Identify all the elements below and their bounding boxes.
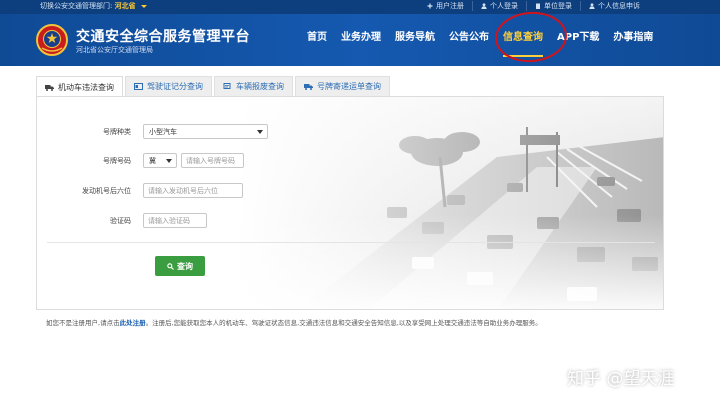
register-link-label: 用户注册: [436, 2, 464, 10]
tab-license-points-label: 驾驶证记分查询: [147, 82, 203, 91]
tab-license-points[interactable]: 驾驶证记分查询: [125, 76, 212, 96]
notice-text-after: 。注册后,您能获取您本人的机动车、驾驶证状态信息,交通违法信息和交通安全告知信息…: [145, 319, 542, 327]
tab-vehicle-violation-label: 机动车违法查询: [58, 82, 114, 92]
captcha-label: 验证码: [110, 216, 131, 225]
query-panel: 号牌种类 小型汽车 号牌号码 冀 请输入号牌号码 发动机号后六位 请输入发动机号…: [36, 96, 664, 310]
user-icon: [589, 3, 595, 9]
registration-notice: 如您不是注册用户,请点击此处注册。注册后,您能获取您本人的机动车、驾驶证状态信息…: [46, 317, 542, 327]
account-links: 用户注册 个人登录 单位登录 个人信息申诉: [419, 1, 648, 11]
plate-number-row: 号牌号码 冀 请输入号牌号码: [37, 153, 244, 168]
engine-number-input[interactable]: 请输入发动机号后六位: [143, 183, 243, 198]
plate-type-value: 小型汽车: [149, 127, 177, 136]
nav-service-guide[interactable]: 服务导航: [388, 14, 442, 66]
plate-prefix-select[interactable]: 冀: [143, 153, 177, 168]
unit-login-label: 单位登录: [544, 2, 572, 10]
engine-number-row: 发动机号后六位 请输入发动机号后六位: [37, 183, 243, 198]
chevron-down-icon: [166, 159, 172, 163]
personal-login-label: 个人登录: [490, 2, 518, 10]
department-switcher[interactable]: 切换公安交通管理部门: 河北省: [40, 1, 147, 11]
tab-plate-delivery-label: 号牌寄递运单查询: [317, 82, 381, 91]
tab-vehicle-scrap-label: 车辆报废查询: [236, 82, 284, 91]
query-button-label: 查询: [177, 261, 193, 271]
query-button[interactable]: 查询: [155, 256, 205, 276]
plate-type-label: 号牌种类: [103, 127, 131, 136]
plate-type-row: 号牌种类 小型汽车: [37, 124, 268, 139]
chevron-down-icon: [140, 4, 147, 8]
captcha-input[interactable]: 请输入验证码: [143, 213, 207, 228]
engine-number-label: 发动机号后六位: [82, 186, 131, 195]
register-link[interactable]: 用户注册: [419, 1, 472, 11]
tab-vehicle-scrap[interactable]: 车辆报废查询: [214, 76, 293, 96]
card-icon: [134, 83, 143, 90]
nav-home[interactable]: 首页: [300, 14, 334, 66]
top-utility-bar: 切换公安交通管理部门: 河北省 用户注册 个人登录 单位登录 个人信息申诉: [0, 0, 720, 14]
site-subtitle: 河北省公安厅交通管理局: [76, 46, 153, 54]
plate-prefix-value: 冀: [149, 156, 156, 165]
query-tabs: 机动车违法查询 驾驶证记分查询 车辆报废查询 号牌寄递运单查询: [36, 76, 392, 97]
building-icon: [536, 3, 540, 9]
search-icon: [167, 262, 174, 270]
plate-type-select[interactable]: 小型汽车: [143, 124, 268, 139]
truck-icon: [45, 84, 54, 91]
site-header: 交通安全综合服务管理平台 河北省公安厅交通管理局 首页 业务办理 服务导航 公告…: [0, 14, 720, 66]
nav-handling-guide[interactable]: 办事指南: [606, 14, 660, 66]
car-icon: [223, 83, 231, 89]
main-nav: 首页 业务办理 服务导航 公告公布 信息查询 APP下载 办事指南: [300, 14, 660, 66]
police-emblem-icon: [36, 24, 68, 56]
department-switch-label: 切换公安交通管理部门:: [40, 2, 113, 10]
plate-number-label: 号牌号码: [103, 156, 131, 165]
captcha-row: 验证码 请输入验证码: [37, 213, 207, 228]
form-divider: [47, 242, 655, 243]
tab-plate-delivery[interactable]: 号牌寄递运单查询: [295, 76, 390, 96]
delivery-icon: [304, 84, 313, 90]
personal-login-link[interactable]: 个人登录: [472, 1, 526, 11]
traffic-intersection-photo: [237, 97, 663, 309]
appeal-link-label: 个人信息申诉: [598, 2, 640, 10]
province-selector[interactable]: 河北省: [115, 2, 136, 10]
zhihu-watermark: 知乎 @望天涯: [567, 369, 675, 389]
captcha-placeholder: 请输入验证码: [148, 216, 190, 225]
engine-number-placeholder: 请输入发动机号后六位: [148, 186, 218, 195]
site-title: 交通安全综合服务管理平台: [76, 29, 250, 45]
tab-vehicle-violation[interactable]: 机动车违法查询: [36, 76, 123, 97]
notice-text-before: 如您不是注册用户,请点击: [46, 319, 120, 327]
unit-login-link[interactable]: 单位登录: [526, 1, 580, 11]
register-here-link[interactable]: 此处注册: [120, 319, 146, 327]
plus-icon: [427, 3, 433, 9]
chevron-down-icon: [257, 130, 263, 134]
nav-announcements[interactable]: 公告公布: [442, 14, 496, 66]
user-icon: [481, 3, 487, 9]
plate-number-input[interactable]: 请输入号牌号码: [181, 153, 244, 168]
plate-number-placeholder: 请输入号牌号码: [186, 156, 235, 165]
appeal-link[interactable]: 个人信息申诉: [580, 1, 648, 11]
nav-business[interactable]: 业务办理: [334, 14, 388, 66]
